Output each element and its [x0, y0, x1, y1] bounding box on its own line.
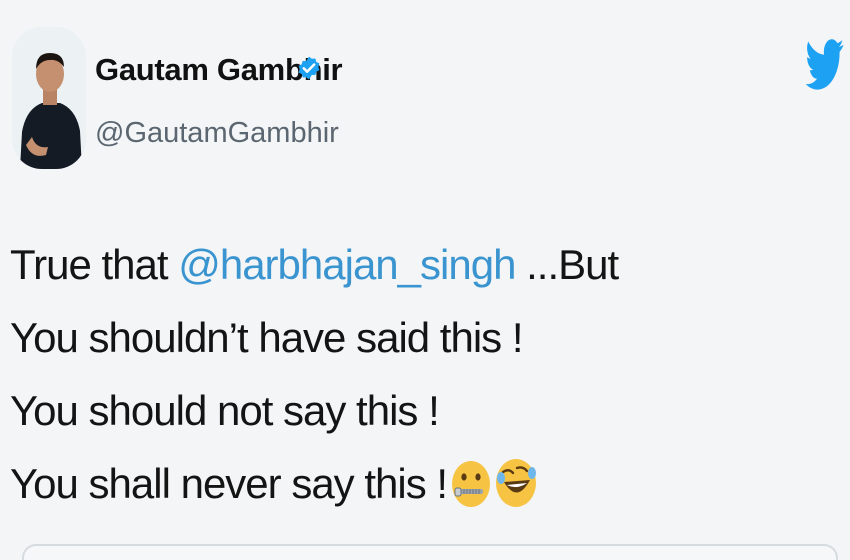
verified-badge-icon	[296, 55, 322, 81]
tweet-line-1-suffix: ...But	[526, 241, 619, 288]
tweet-line-4-text: You shall never say this !	[10, 460, 448, 507]
tweet-line-4: You shall never say this !	[10, 447, 618, 530]
tweet-line-1-prefix: True that	[10, 241, 169, 288]
tweet-card: Gautam Gambhir @GautamGambhir True that …	[0, 0, 850, 560]
tweet-line-3: You should not say this !	[10, 387, 440, 434]
tweet-line-1: True that @harbhajan_singh ...But	[10, 228, 619, 301]
avatar[interactable]	[12, 27, 86, 169]
quoted-card-edge[interactable]	[22, 544, 838, 560]
rolling-on-the-floor-laughing-emoji-icon	[495, 457, 537, 530]
twitter-bird-icon[interactable]	[805, 33, 844, 95]
tweet-body: True that @harbhajan_singh ...But You sh…	[10, 228, 619, 530]
tweet-line-2: You shouldn’t have said this !	[10, 314, 524, 361]
author-handle[interactable]: @GautamGambhir	[95, 117, 339, 150]
mention-link[interactable]: @harbhajan_singh	[178, 241, 516, 288]
zipper-mouth-face-emoji-icon	[451, 457, 491, 530]
